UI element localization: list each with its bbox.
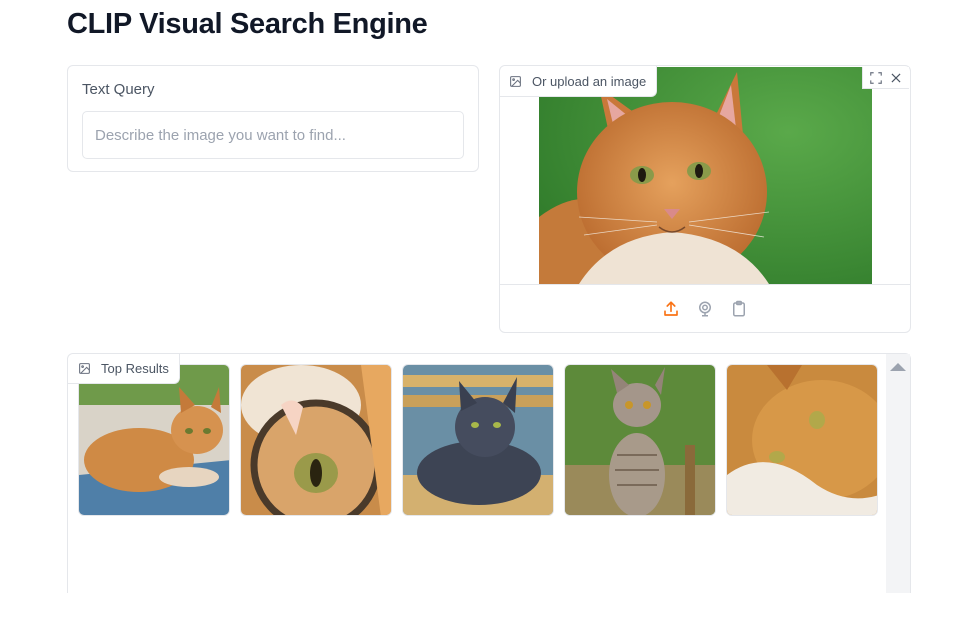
- result-thumbnail[interactable]: [726, 364, 878, 516]
- gallery-scrollbar[interactable]: [886, 354, 910, 593]
- image-input-label: Or upload an image: [500, 66, 658, 97]
- scroll-up-arrow[interactable]: [890, 363, 906, 371]
- text-query-input[interactable]: [82, 111, 464, 159]
- upload-icon[interactable]: [660, 298, 682, 320]
- result-thumbnail[interactable]: [240, 364, 392, 516]
- text-query-panel: Text Query: [67, 65, 479, 172]
- page-title: CLIP Visual Search Engine: [67, 8, 428, 40]
- image-input-label-text: Or upload an image: [532, 73, 647, 89]
- results-label: Top Results: [68, 354, 180, 384]
- fullscreen-icon[interactable]: [867, 69, 885, 87]
- webcam-icon[interactable]: [694, 298, 716, 320]
- clipboard-icon[interactable]: [728, 298, 750, 320]
- image-source-bar: [500, 284, 910, 332]
- results-gallery: Top Results: [67, 353, 911, 593]
- close-icon[interactable]: [887, 69, 905, 87]
- result-thumbnail[interactable]: [402, 364, 554, 516]
- results-label-text: Top Results: [101, 361, 169, 376]
- result-thumbnail[interactable]: [564, 364, 716, 516]
- text-query-label: Text Query: [82, 81, 155, 98]
- uploaded-image-preview: [539, 67, 872, 284]
- image-icon: [78, 362, 91, 375]
- results-thumbnails: [78, 364, 878, 516]
- image-icon: [509, 75, 522, 88]
- image-upload-panel[interactable]: Or upload an image: [499, 65, 911, 333]
- result-thumbnail[interactable]: [78, 364, 230, 516]
- image-toolbar: [862, 67, 909, 89]
